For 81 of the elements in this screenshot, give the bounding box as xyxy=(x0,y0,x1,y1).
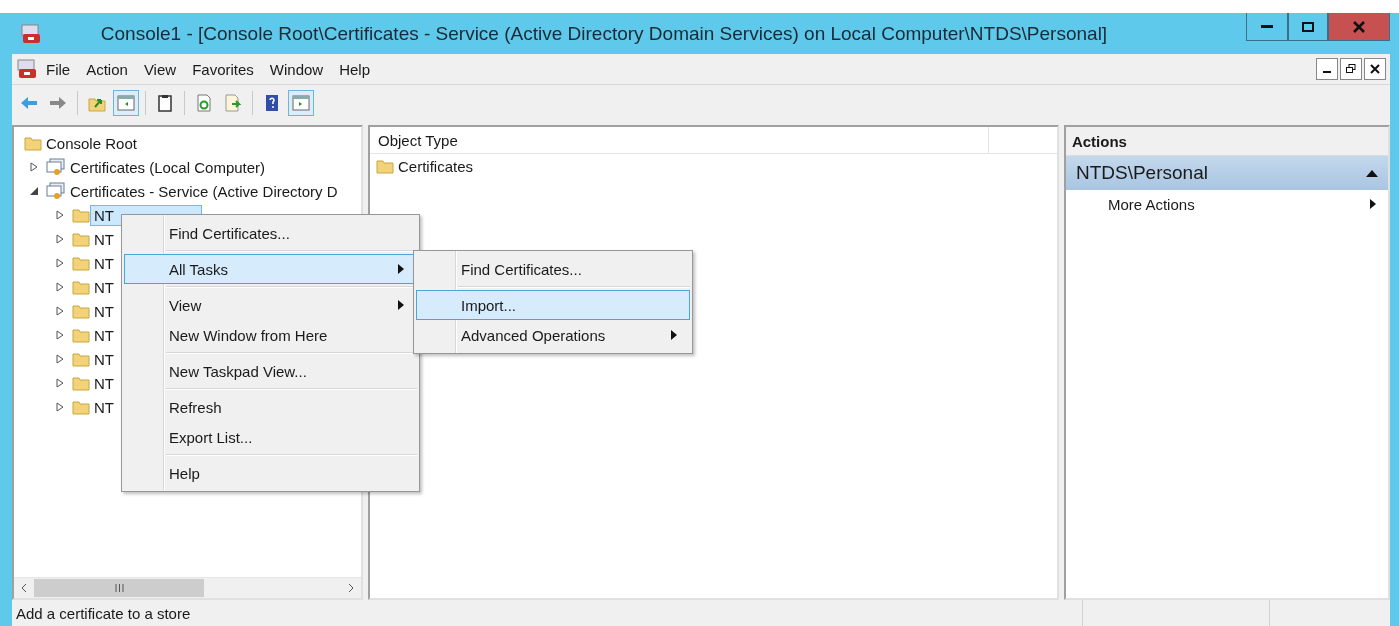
tree-item[interactable]: NT xyxy=(90,276,118,298)
export-icon xyxy=(223,93,243,113)
certificate-icon xyxy=(46,158,66,176)
close-button[interactable] xyxy=(1364,58,1386,80)
tree-item[interactable]: NT xyxy=(90,252,118,274)
clipboard-icon xyxy=(155,93,175,113)
folder-icon xyxy=(72,351,90,367)
expand-arrow-icon[interactable] xyxy=(55,330,65,340)
tree-item[interactable]: NT xyxy=(90,372,118,394)
menu-item[interactable]: New Window from Here xyxy=(124,320,417,350)
menu-item[interactable]: Action xyxy=(78,60,136,78)
expand-arrow-icon[interactable] xyxy=(55,258,65,268)
expand-arrow-icon[interactable] xyxy=(55,282,65,292)
tree-pane-icon xyxy=(116,93,136,113)
scroll-right-icon[interactable] xyxy=(347,583,354,593)
list-item[interactable]: Certificates xyxy=(397,157,473,175)
tree-item[interactable]: Certificates (Local Computer) xyxy=(66,156,270,178)
tree-item[interactable]: NT xyxy=(90,228,118,250)
expand-arrow-icon[interactable] xyxy=(55,378,65,388)
action-pane-icon xyxy=(291,93,311,113)
folder-icon xyxy=(72,303,90,319)
submenu-arrow-icon xyxy=(398,264,404,274)
expand-arrow-icon[interactable] xyxy=(55,306,65,316)
grip-icon xyxy=(114,584,124,592)
folder-icon xyxy=(72,399,90,415)
status-text: Add a certificate to a store xyxy=(15,603,192,624)
tree-item[interactable]: NT xyxy=(90,348,118,370)
actions-header: Actions xyxy=(1065,127,1388,156)
app-icon xyxy=(20,22,42,45)
expand-arrow-icon[interactable] xyxy=(55,354,65,364)
actions-section[interactable]: NTDS\Personal xyxy=(1065,156,1388,190)
minimize-button[interactable] xyxy=(1316,58,1338,80)
menu-item[interactable]: Window xyxy=(261,60,332,78)
menu-item[interactable]: Export List... xyxy=(124,422,417,452)
close-icon xyxy=(1370,64,1380,74)
expand-arrow-icon[interactable] xyxy=(29,162,39,172)
submenu-arrow-icon xyxy=(671,330,677,340)
menu-item[interactable]: Help xyxy=(331,60,379,78)
folder-icon xyxy=(24,135,42,151)
menu-item[interactable]: View xyxy=(135,60,185,78)
scroll-left-icon[interactable] xyxy=(21,583,27,593)
tree-item[interactable]: Certificates - Service (Active Directory D xyxy=(66,180,342,202)
maximize-icon xyxy=(1302,21,1314,32)
column-header[interactable]: Object Type xyxy=(369,127,989,153)
app-icon xyxy=(16,58,38,80)
folder-icon xyxy=(72,231,90,247)
action-link[interactable]: More Actions xyxy=(1065,190,1388,218)
certificate-icon xyxy=(46,182,66,200)
folder-icon xyxy=(72,255,90,271)
submenu-arrow-icon xyxy=(398,300,404,310)
minimize-icon xyxy=(1261,24,1273,29)
collapse-arrow-icon[interactable] xyxy=(29,186,39,196)
window-title: Console1 - [Console Root\Certificates - Service (Active Directory Domain Services) on Local Computer\NTDS\Personal] xyxy=(99,22,1109,45)
folder-icon xyxy=(72,375,90,391)
restore-icon xyxy=(1346,64,1356,74)
restore-button[interactable] xyxy=(1340,58,1362,80)
folder-icon xyxy=(72,279,90,295)
expand-arrow-icon[interactable] xyxy=(55,234,65,244)
tree-item[interactable]: NT xyxy=(90,300,118,322)
horizontal-scrollbar[interactable] xyxy=(14,577,361,598)
menu-item[interactable]: Advanced Operations xyxy=(416,320,690,350)
folder-icon xyxy=(72,207,90,223)
maximize-button[interactable] xyxy=(1288,13,1328,41)
scrollbar-thumb[interactable] xyxy=(34,579,204,597)
collapse-icon[interactable] xyxy=(1366,169,1378,177)
folder-icon xyxy=(375,158,394,174)
close-icon xyxy=(1353,20,1365,33)
menu-item[interactable]: Favorites xyxy=(184,60,262,78)
expand-arrow-icon[interactable] xyxy=(55,210,65,220)
expand-arrow-icon[interactable] xyxy=(55,402,65,412)
tree-item[interactable]: NT xyxy=(90,396,118,418)
tree-item[interactable]: NT xyxy=(90,324,118,346)
minimize-button[interactable] xyxy=(1246,13,1288,41)
submenu-arrow-icon xyxy=(1370,199,1376,209)
menu-item[interactable]: Import... xyxy=(416,284,690,320)
tree-item[interactable]: Console Root xyxy=(42,132,141,154)
menu-item[interactable]: Find Certificates... xyxy=(124,218,417,248)
menu-item[interactable]: File xyxy=(38,60,79,78)
folder-icon xyxy=(72,327,90,343)
menu-item[interactable]: Find Certificates... xyxy=(416,254,690,284)
refresh-icon xyxy=(194,93,214,113)
